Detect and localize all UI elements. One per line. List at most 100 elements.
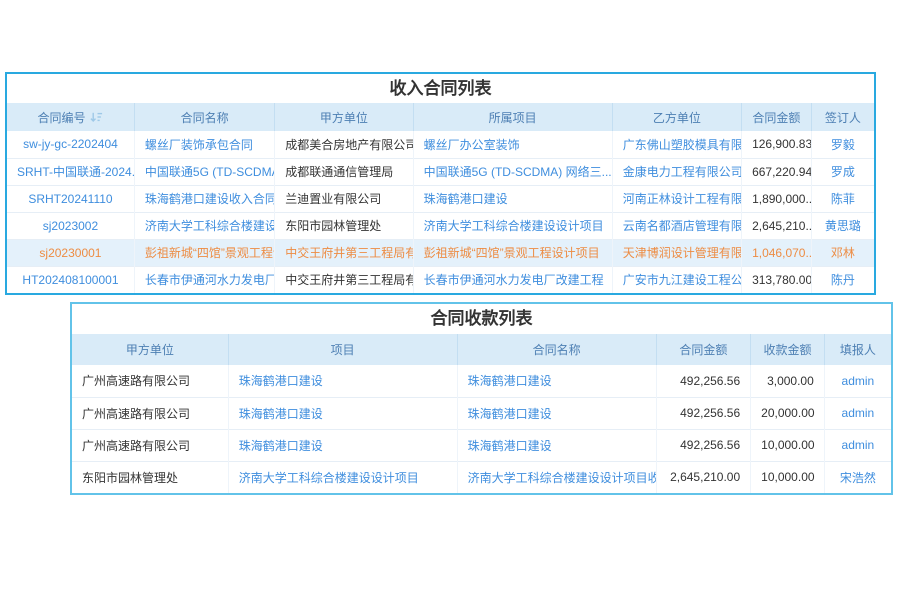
table-cell-link[interactable]: SRHT20241110 — [7, 185, 134, 212]
table-cell-link[interactable]: 螺丝厂办公室装饰 — [413, 131, 612, 158]
table-cell-link[interactable]: admin — [824, 365, 891, 397]
payment-table-body: 广州高速路有限公司珠海鹤港口建设珠海鹤港口建设492,256.563,000.0… — [72, 365, 891, 493]
column-header: 项目 — [228, 334, 457, 365]
column-header: 合同名称 — [134, 103, 274, 131]
table-cell: 成都美合房地产有限公司 — [275, 131, 413, 158]
table-cell-link[interactable]: 罗成 — [811, 158, 874, 185]
column-header: 收款金额 — [751, 334, 825, 365]
table-cell: 2,645,210.00 — [656, 461, 751, 493]
table-cell-link[interactable]: 珠海鹤港口建设 — [413, 185, 612, 212]
table-cell-link[interactable]: 陈菲 — [811, 185, 874, 212]
header-row: 甲方单位 项目 合同名称 合同金额 收款金额填报人 — [72, 334, 891, 365]
column-header-label: 甲方单位 — [126, 343, 174, 357]
table-cell-link[interactable]: 彭祖新城“四馆”景观工程设计项目 — [413, 239, 612, 266]
payment-list-table-card: 合同收款列表 甲方单位项目合同名称合同金额收款金额填报人 广州高速路有限公司珠海… — [70, 302, 893, 495]
table-cell: 2,645,210... — [742, 212, 812, 239]
column-header: 乙方单位 — [612, 103, 741, 131]
table-cell-link[interactable]: 济南大学工科综合楼建设设计项目 — [228, 461, 457, 493]
table-cell-link[interactable]: 珠海鹤港口建设 — [457, 429, 656, 461]
table-cell: 广州高速路有限公司 — [72, 429, 228, 461]
table-cell-link[interactable]: 彭祖新城“四馆”景观工程设计... — [134, 239, 274, 266]
contract-payment-table: 甲方单位项目合同名称合同金额收款金额填报人 广州高速路有限公司珠海鹤港口建设珠海… — [72, 334, 891, 493]
table-cell-link[interactable]: 广东佛山塑胶模具有限... — [612, 131, 741, 158]
table-row[interactable]: SRHT20241110珠海鹤港口建设收入合同2兰迪置业有限公司珠海鹤港口建设河… — [7, 185, 874, 212]
table-cell-link[interactable]: sj20230001 — [7, 239, 134, 266]
table-cell: 667,220.94 — [742, 158, 812, 185]
table-cell-link[interactable]: 珠海鹤港口建设 — [457, 365, 656, 397]
column-header-label: 合同金额 — [679, 343, 727, 357]
table-cell-link[interactable]: 陈丹 — [811, 266, 874, 293]
income-contract-table-card: 收入合同列表 合同编号合同名称甲方单位所属项目乙方单位合同金额签订人 sw-jy… — [5, 72, 876, 295]
table-cell: 1,046,070... — [742, 239, 812, 266]
table-cell-link[interactable]: 黄思璐 — [811, 212, 874, 239]
table-cell-link[interactable]: 邓林 — [811, 239, 874, 266]
table-cell-link[interactable]: admin — [824, 397, 891, 429]
table-cell-link[interactable]: 中国联通5G (TD-SCDMA) ... — [134, 158, 274, 185]
table-row[interactable]: HT202408100001长春市伊通河水力发电厂改...中交王府井第三工程局有… — [7, 266, 874, 293]
column-header-label: 合同编号 — [37, 111, 85, 125]
income-table-head: 合同编号合同名称甲方单位所属项目乙方单位合同金额签订人 — [7, 103, 874, 131]
payment-table-head: 甲方单位 项目 合同名称 合同金额 收款金额填报人 — [72, 334, 891, 365]
table-cell: 10,000.00 — [751, 461, 825, 493]
column-header-label: 甲方单位 — [320, 111, 368, 125]
page: 收入合同列表 合同编号合同名称甲方单位所属项目乙方单位合同金额签订人 sw-jy… — [0, 0, 900, 600]
table-cell-link[interactable]: 螺丝厂装饰承包合同 — [134, 131, 274, 158]
table-cell-link[interactable]: sj2023002 — [7, 212, 134, 239]
table-cell-link[interactable]: 珠海鹤港口建设收入合同2 — [134, 185, 274, 212]
table-cell-link[interactable]: 中国联通5G (TD-SCDMA) 网络三... — [413, 158, 612, 185]
table-row[interactable]: 广州高速路有限公司珠海鹤港口建设珠海鹤港口建设492,256.5620,000.… — [72, 397, 891, 429]
table-cell: 广州高速路有限公司 — [72, 365, 228, 397]
table-cell-link[interactable]: sw-jy-gc-2202404 — [7, 131, 134, 158]
table-row[interactable]: 广州高速路有限公司珠海鹤港口建设珠海鹤港口建设492,256.5610,000.… — [72, 429, 891, 461]
table-row[interactable]: sj20230001彭祖新城“四馆”景观工程设计...中交王府井第三工程局有限.… — [7, 239, 874, 266]
column-header: 填报人 — [824, 334, 891, 365]
table-cell-link[interactable]: 济南大学工科综合楼建设设... — [134, 212, 274, 239]
table-cell-link[interactable]: 河南正林设计工程有限... — [612, 185, 741, 212]
table-cell: 313,780.00 — [742, 266, 812, 293]
table-cell-link[interactable]: 珠海鹤港口建设 — [228, 429, 457, 461]
column-header: 合同金额 — [742, 103, 812, 131]
table-cell: 东阳市园林管理处 — [72, 461, 228, 493]
column-header-label: 合同金额 — [752, 111, 800, 125]
column-header-sortable[interactable]: 合同编号 — [7, 103, 134, 131]
table-row[interactable]: SRHT-中国联通-2024...中国联通5G (TD-SCDMA) ...成都… — [7, 158, 874, 185]
table-row[interactable]: 东阳市园林管理处济南大学工科综合楼建设设计项目济南大学工科综合楼建设设计项目收.… — [72, 461, 891, 493]
column-header: 合同名称 — [457, 334, 656, 365]
table-cell: 广州高速路有限公司 — [72, 397, 228, 429]
table-cell-link[interactable]: SRHT-中国联通-2024... — [7, 158, 134, 185]
table-cell: 中交王府井第三工程局有限... — [275, 239, 413, 266]
table-cell: 126,900.83 — [742, 131, 812, 158]
table-cell-link[interactable]: 金康电力工程有限公司 — [612, 158, 741, 185]
table-cell: 492,256.56 — [656, 397, 751, 429]
column-header-label: 乙方单位 — [653, 111, 701, 125]
table-cell-link[interactable]: 广安市九江建设工程公司 — [612, 266, 741, 293]
table-cell-link[interactable]: 云南名都酒店管理有限... — [612, 212, 741, 239]
table-cell-link[interactable]: 宋浩然 — [824, 461, 891, 493]
table-cell-link[interactable]: 珠海鹤港口建设 — [228, 397, 457, 429]
table-cell-link[interactable]: 长春市伊通河水力发电厂改建工程 — [413, 266, 612, 293]
table-cell-link[interactable]: HT202408100001 — [7, 266, 134, 293]
table-cell-link[interactable]: 长春市伊通河水力发电厂改... — [134, 266, 274, 293]
column-header-label: 合同名称 — [533, 343, 581, 357]
table-cell-link[interactable]: 济南大学工科综合楼建设设计项目 — [413, 212, 612, 239]
table-cell-link[interactable]: 济南大学工科综合楼建设设计项目收... — [457, 461, 656, 493]
income-table-title: 收入合同列表 — [7, 74, 874, 103]
table-row[interactable]: sj2023002济南大学工科综合楼建设设...东阳市园林管理处济南大学工科综合… — [7, 212, 874, 239]
table-cell-link[interactable]: 罗毅 — [811, 131, 874, 158]
sort-amount-icon[interactable] — [90, 112, 103, 126]
column-header-label: 签订人 — [825, 111, 861, 125]
table-cell: 10,000.00 — [751, 429, 825, 461]
column-header-label: 项目 — [331, 343, 355, 357]
table-cell: 兰迪置业有限公司 — [275, 185, 413, 212]
column-header: 甲方单位 — [275, 103, 413, 131]
table-cell: 1,890,000... — [742, 185, 812, 212]
table-cell: 成都联通通信管理局 — [275, 158, 413, 185]
table-cell-link[interactable]: 天津博润设计管理有限... — [612, 239, 741, 266]
column-header: 签订人 — [811, 103, 874, 131]
table-cell: 中交王府井第三工程局有限... — [275, 266, 413, 293]
table-row[interactable]: sw-jy-gc-2202404螺丝厂装饰承包合同成都美合房地产有限公司螺丝厂办… — [7, 131, 874, 158]
table-cell-link[interactable]: 珠海鹤港口建设 — [457, 397, 656, 429]
table-row[interactable]: 广州高速路有限公司珠海鹤港口建设珠海鹤港口建设492,256.563,000.0… — [72, 365, 891, 397]
table-cell-link[interactable]: 珠海鹤港口建设 — [228, 365, 457, 397]
table-cell-link[interactable]: admin — [824, 429, 891, 461]
